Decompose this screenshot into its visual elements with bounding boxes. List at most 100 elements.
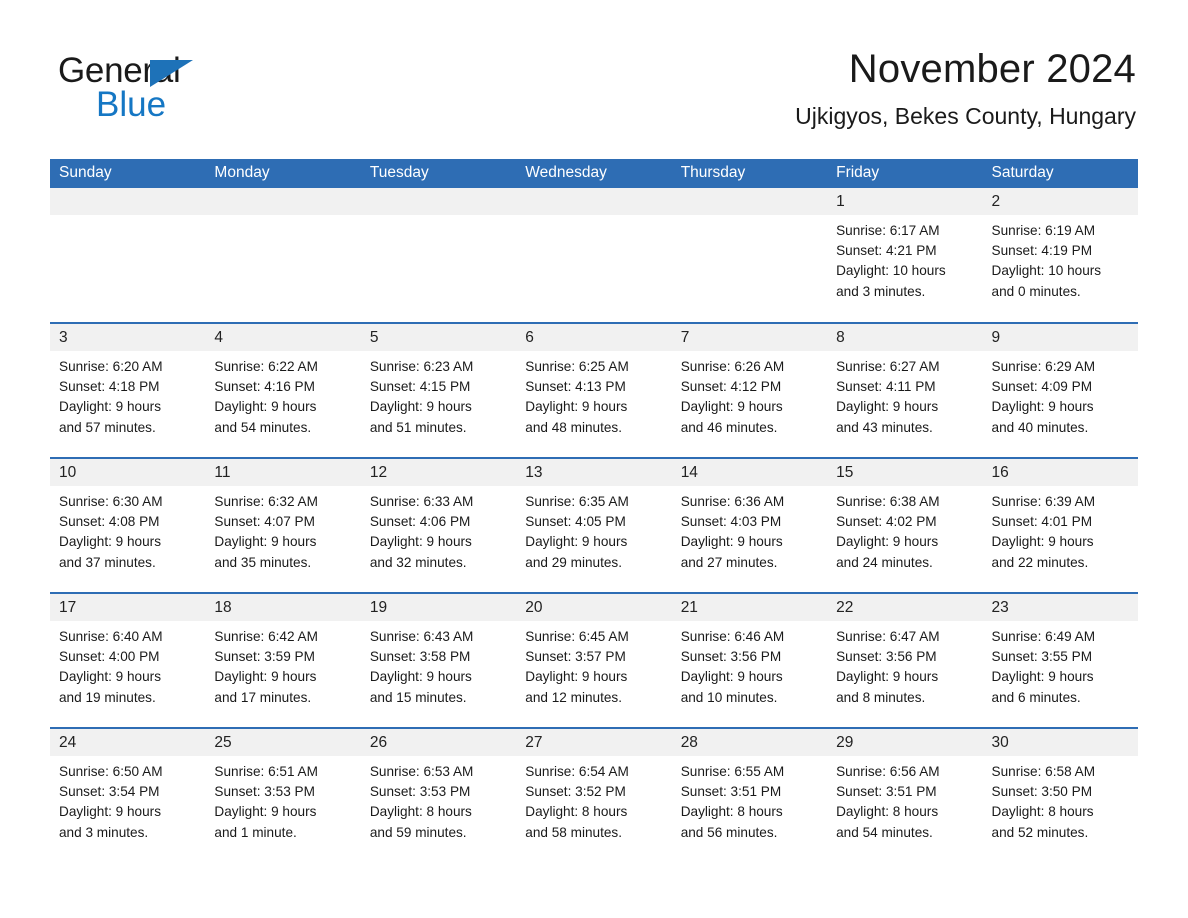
day-cell[interactable]: 20 Sunrise: 6:45 AM Sunset: 3:57 PM Dayl… xyxy=(516,592,672,728)
daylight-text-line2: and 37 minutes. xyxy=(59,554,156,570)
day-cell[interactable]: 24 Sunrise: 6:50 AM Sunset: 3:54 PM Dayl… xyxy=(50,727,206,863)
day-cell[interactable]: 19 Sunrise: 6:43 AM Sunset: 3:58 PM Dayl… xyxy=(360,592,517,728)
sunset-text: Sunset: 4:09 PM xyxy=(991,379,1093,395)
day-cell[interactable]: 26 Sunrise: 6:53 AM Sunset: 3:53 PM Dayl… xyxy=(360,727,517,863)
day-cell[interactable]: 22 Sunrise: 6:47 AM Sunset: 3:56 PM Dayl… xyxy=(827,592,983,728)
day-details: Sunrise: 6:49 AM Sunset: 3:55 PM Dayligh… xyxy=(983,621,1138,708)
day-cell[interactable] xyxy=(205,188,361,323)
daylight-text-line1: Daylight: 9 hours xyxy=(59,669,162,685)
daylight-text-line2: and 6 minutes. xyxy=(991,689,1081,705)
generalblue-logo[interactable]: General Blue xyxy=(58,52,318,124)
day-cell[interactable]: 15 Sunrise: 6:38 AM Sunset: 4:02 PM Dayl… xyxy=(827,457,983,593)
sunrise-text: Sunrise: 6:45 AM xyxy=(525,629,629,644)
column-header-friday: Friday xyxy=(827,159,983,188)
sunrise-text: Sunrise: 6:27 AM xyxy=(836,359,940,374)
day-cell[interactable]: 10 Sunrise: 6:30 AM Sunset: 4:08 PM Dayl… xyxy=(50,457,206,593)
day-cell[interactable]: 4 Sunrise: 6:22 AM Sunset: 4:16 PM Dayli… xyxy=(205,322,361,458)
daylight-text-line1: Daylight: 9 hours xyxy=(369,399,472,415)
day-cell[interactable]: 11 Sunrise: 6:32 AM Sunset: 4:07 PM Dayl… xyxy=(205,457,361,593)
day-details: Sunrise: 6:29 AM Sunset: 4:09 PM Dayligh… xyxy=(983,351,1138,438)
day-number: 2 xyxy=(982,188,1138,215)
column-header-wednesday: Wednesday xyxy=(516,159,672,188)
logo-text-blue: Blue xyxy=(96,85,167,124)
daylight-text-line1: Daylight: 8 hours xyxy=(525,804,628,820)
day-number: 1 xyxy=(827,188,983,215)
day-cell[interactable]: 21 Sunrise: 6:46 AM Sunset: 3:56 PM Dayl… xyxy=(671,592,828,728)
day-details xyxy=(516,215,671,221)
day-cell[interactable]: 17 Sunrise: 6:40 AM Sunset: 4:00 PM Dayl… xyxy=(50,592,206,728)
day-cell[interactable]: 9 Sunrise: 6:29 AM Sunset: 4:09 PM Dayli… xyxy=(982,322,1138,458)
day-number xyxy=(360,188,517,215)
day-details: Sunrise: 6:35 AM Sunset: 4:05 PM Dayligh… xyxy=(516,486,671,573)
daylight-text-line2: and 24 minutes. xyxy=(836,554,933,570)
day-cell[interactable]: 30 Sunrise: 6:58 AM Sunset: 3:50 PM Dayl… xyxy=(982,727,1138,863)
day-number: 14 xyxy=(671,459,828,486)
daylight-text-line1: Daylight: 9 hours xyxy=(680,669,783,685)
sunset-text: Sunset: 4:01 PM xyxy=(991,514,1093,530)
day-cell[interactable]: 16 Sunrise: 6:39 AM Sunset: 4:01 PM Dayl… xyxy=(982,457,1138,593)
day-number: 25 xyxy=(205,729,361,756)
day-cell[interactable] xyxy=(516,188,672,323)
day-number xyxy=(50,188,206,215)
daylight-text-line2: and 8 minutes. xyxy=(836,689,926,705)
day-cell[interactable]: 1 Sunrise: 6:17 AM Sunset: 4:21 PM Dayli… xyxy=(827,188,983,323)
daylight-text-line2: and 57 minutes. xyxy=(59,419,156,435)
calendar-week-row: 3 Sunrise: 6:20 AM Sunset: 4:18 PM Dayli… xyxy=(50,322,1138,458)
daylight-text-line1: Daylight: 9 hours xyxy=(369,534,472,550)
sunrise-text: Sunrise: 6:20 AM xyxy=(59,359,163,374)
day-number: 20 xyxy=(516,594,672,621)
daylight-text-line2: and 1 minute. xyxy=(214,824,297,840)
day-cell[interactable]: 14 Sunrise: 6:36 AM Sunset: 4:03 PM Dayl… xyxy=(671,457,828,593)
day-cell[interactable]: 8 Sunrise: 6:27 AM Sunset: 4:11 PM Dayli… xyxy=(827,322,983,458)
calendar-week-row: 1 Sunrise: 6:17 AM Sunset: 4:21 PM Dayli… xyxy=(50,188,1138,323)
sunset-text: Sunset: 3:51 PM xyxy=(680,784,782,800)
daylight-text-line2: and 46 minutes. xyxy=(680,419,778,435)
day-cell[interactable]: 25 Sunrise: 6:51 AM Sunset: 3:53 PM Dayl… xyxy=(205,727,361,863)
daylight-text-line1: Daylight: 9 hours xyxy=(214,669,317,685)
day-cell[interactable]: 13 Sunrise: 6:35 AM Sunset: 4:05 PM Dayl… xyxy=(516,457,672,593)
daylight-text-line2: and 12 minutes. xyxy=(525,689,622,705)
day-details: Sunrise: 6:50 AM Sunset: 3:54 PM Dayligh… xyxy=(50,756,205,843)
day-number: 7 xyxy=(671,324,828,351)
day-number: 6 xyxy=(516,324,672,351)
daylight-text-line2: and 10 minutes. xyxy=(680,689,778,705)
day-cell[interactable] xyxy=(50,188,206,323)
day-cell[interactable] xyxy=(671,188,828,323)
daylight-text-line2: and 52 minutes. xyxy=(991,824,1089,840)
sunset-text: Sunset: 4:13 PM xyxy=(525,379,626,395)
daylight-text-line1: Daylight: 9 hours xyxy=(369,669,472,685)
sunset-text: Sunset: 3:59 PM xyxy=(214,649,315,665)
sunrise-text: Sunrise: 6:58 AM xyxy=(991,764,1096,779)
day-number: 4 xyxy=(205,324,361,351)
day-cell[interactable]: 27 Sunrise: 6:54 AM Sunset: 3:52 PM Dayl… xyxy=(516,727,672,863)
day-cell[interactable]: 29 Sunrise: 6:56 AM Sunset: 3:51 PM Dayl… xyxy=(827,727,983,863)
day-cell[interactable]: 28 Sunrise: 6:55 AM Sunset: 3:51 PM Dayl… xyxy=(671,727,828,863)
sunrise-text: Sunrise: 6:47 AM xyxy=(836,629,940,644)
day-number: 28 xyxy=(671,729,828,756)
day-cell[interactable]: 2 Sunrise: 6:19 AM Sunset: 4:19 PM Dayli… xyxy=(982,188,1138,323)
day-cell[interactable]: 23 Sunrise: 6:49 AM Sunset: 3:55 PM Dayl… xyxy=(982,592,1138,728)
day-cell[interactable]: 5 Sunrise: 6:23 AM Sunset: 4:15 PM Dayli… xyxy=(360,322,517,458)
day-cell[interactable]: 6 Sunrise: 6:25 AM Sunset: 4:13 PM Dayli… xyxy=(516,322,672,458)
sunset-text: Sunset: 4:19 PM xyxy=(991,243,1093,259)
daylight-text-line1: Daylight: 8 hours xyxy=(680,804,783,820)
sunrise-text: Sunrise: 6:26 AM xyxy=(680,359,785,374)
day-cell[interactable]: 3 Sunrise: 6:20 AM Sunset: 4:18 PM Dayli… xyxy=(50,322,206,458)
calendar-week-row: 24 Sunrise: 6:50 AM Sunset: 3:54 PM Dayl… xyxy=(50,727,1138,863)
day-details: Sunrise: 6:23 AM Sunset: 4:15 PM Dayligh… xyxy=(361,351,516,438)
day-number xyxy=(671,188,828,215)
daylight-text-line1: Daylight: 9 hours xyxy=(214,399,317,415)
daylight-text-line2: and 3 minutes. xyxy=(836,283,926,299)
day-cell[interactable]: 7 Sunrise: 6:26 AM Sunset: 4:12 PM Dayli… xyxy=(671,322,828,458)
day-cell[interactable] xyxy=(360,188,517,323)
daylight-text-line2: and 54 minutes. xyxy=(214,419,312,435)
daylight-text-line1: Daylight: 9 hours xyxy=(991,669,1094,685)
day-details: Sunrise: 6:25 AM Sunset: 4:13 PM Dayligh… xyxy=(516,351,671,438)
daylight-text-line1: Daylight: 9 hours xyxy=(680,399,783,415)
day-number xyxy=(205,188,361,215)
daylight-text-line1: Daylight: 10 hours xyxy=(836,263,946,279)
sunset-text: Sunset: 4:15 PM xyxy=(369,379,471,395)
daylight-text-line1: Daylight: 9 hours xyxy=(836,534,939,550)
day-cell[interactable]: 12 Sunrise: 6:33 AM Sunset: 4:06 PM Dayl… xyxy=(360,457,517,593)
day-cell[interactable]: 18 Sunrise: 6:42 AM Sunset: 3:59 PM Dayl… xyxy=(205,592,361,728)
